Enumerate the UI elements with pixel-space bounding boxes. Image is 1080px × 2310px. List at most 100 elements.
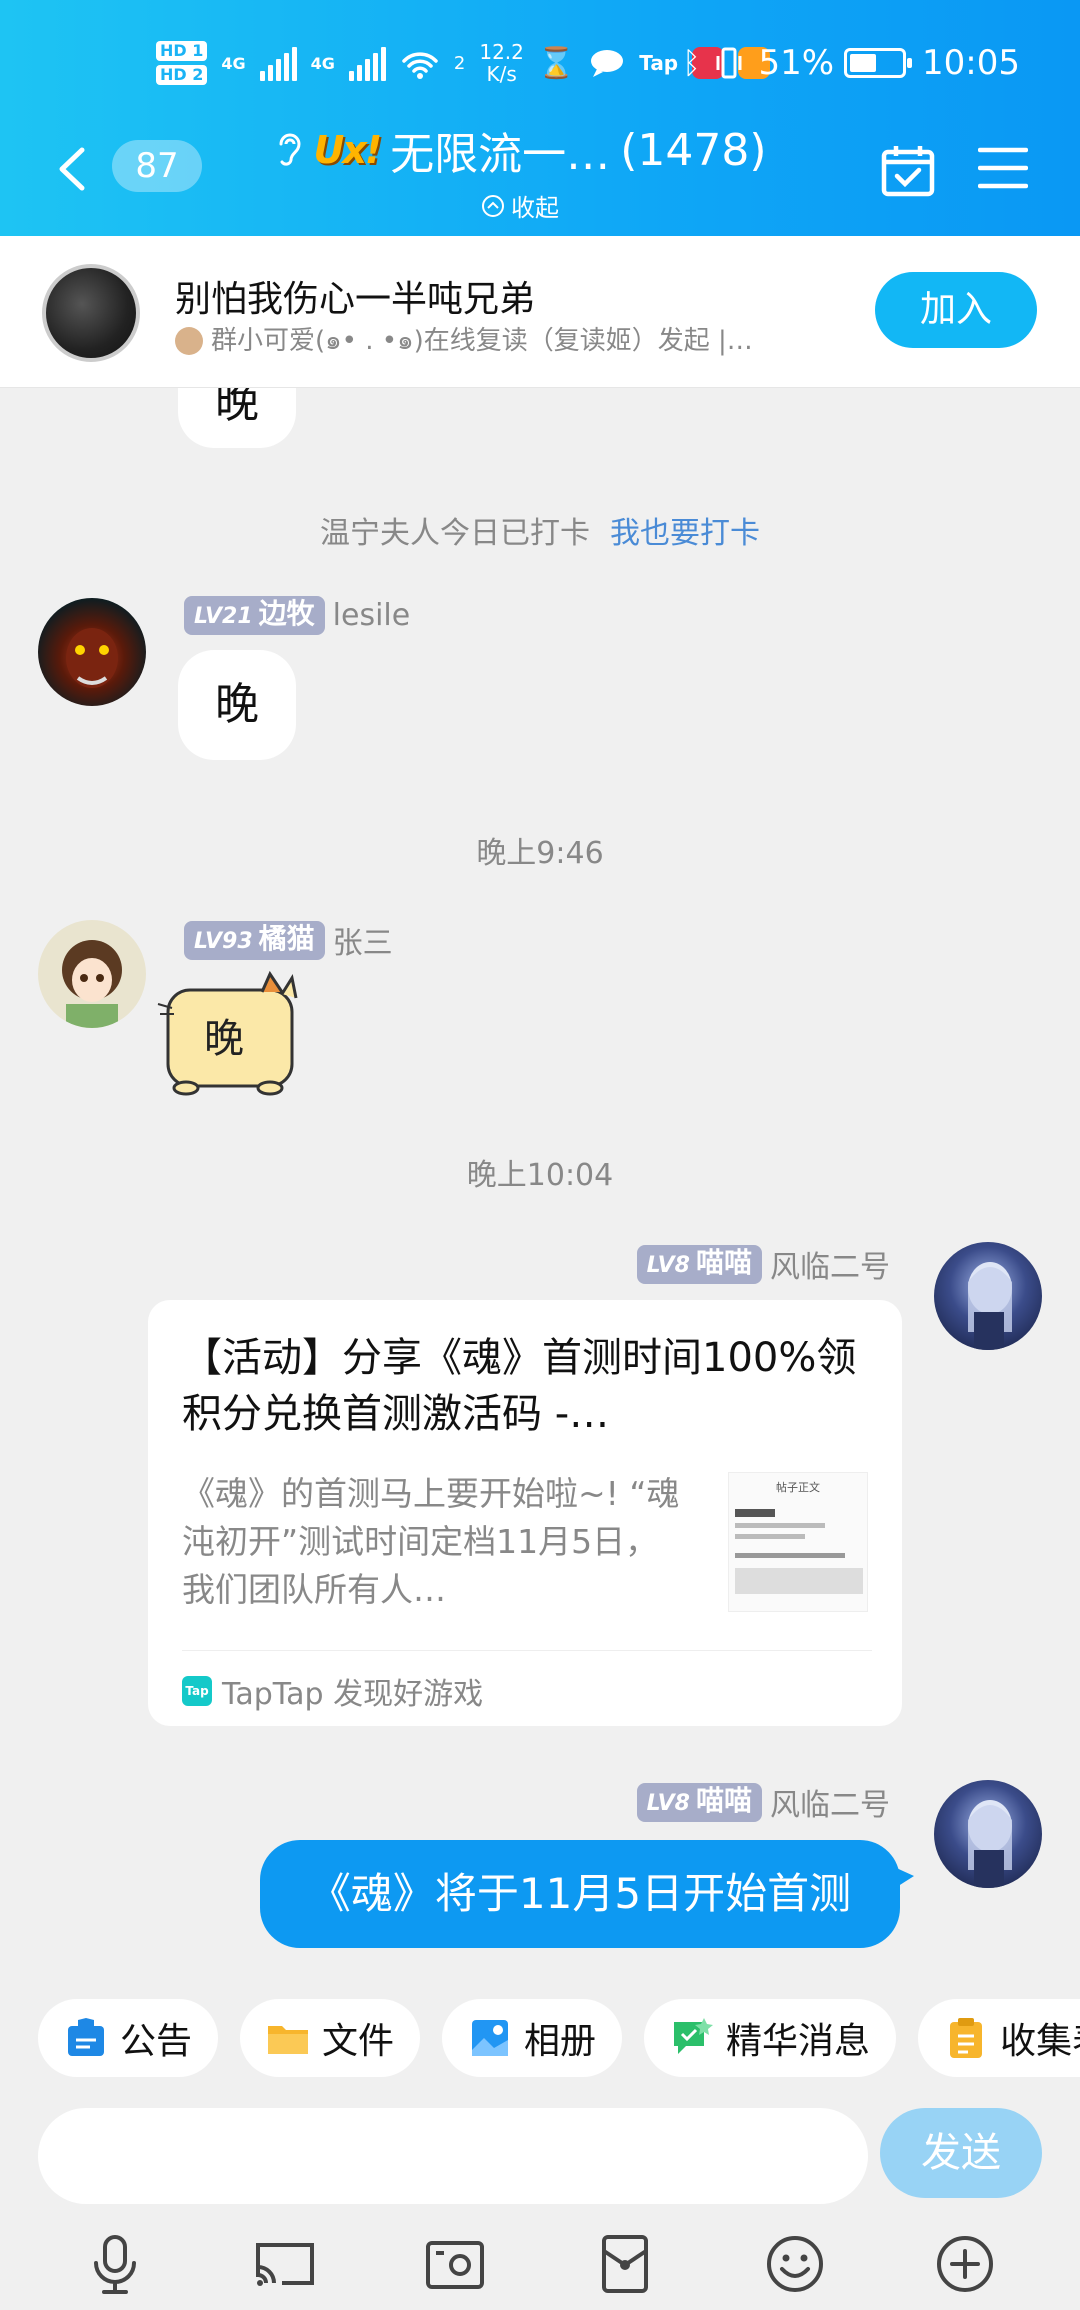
signal-2-icon: [348, 45, 386, 81]
hd2-label: HD 2: [156, 65, 208, 85]
album-icon: [472, 2020, 509, 2056]
chip-label: 精华消息: [726, 2021, 871, 2062]
chip-highlights[interactable]: 精华消息: [644, 1999, 897, 2077]
tap-notify-icon: Tap: [639, 51, 679, 75]
sent-message-bubble[interactable]: 《魂》将于11月5日开始首测: [260, 1840, 914, 1948]
sender-name[interactable]: 张三: [333, 918, 393, 962]
pinned-avatar: [42, 264, 140, 362]
chat-notify-icon: [591, 50, 624, 77]
collapse-chevron-icon: [482, 194, 504, 217]
collapse-toggle[interactable]: 收起: [240, 188, 800, 223]
chip-label: 公告: [120, 2021, 193, 2062]
hourglass-icon: ⌛: [537, 45, 576, 81]
chip-collection-form[interactable]: 收集表: [918, 1999, 1080, 2077]
card-thumbnail: 帖子正文: [728, 1472, 868, 1612]
level-tag: LV8 喵喵: [636, 1782, 762, 1822]
screen-cast-icon[interactable]: [252, 2231, 318, 2297]
message-input[interactable]: [38, 2108, 868, 2204]
status-left: HD 1 HD 2 4G 4G 2 12.2 K/s ⌛ Tap: [156, 28, 771, 98]
sender-line-lesile: LV21 边牧 lesile: [184, 596, 410, 635]
level-tag: LV8 喵喵: [636, 1244, 762, 1284]
net2-label: 4G: [310, 53, 335, 73]
listen-ear-icon: [279, 133, 301, 166]
top-header: HD 1 HD 2 4G 4G 2 12.2 K/s ⌛ Tap ᛒ 51% 1…: [0, 0, 1080, 236]
checkin-notice: 温宁夫人今日已打卡 我也要打卡: [0, 508, 1080, 552]
red-packet-icon[interactable]: [592, 2231, 658, 2297]
status-right: ᛒ 51% 10:05: [682, 28, 1020, 98]
link-card[interactable]: 【活动】分享《魂》首测时间100%领积分兑换首测激活码 -… 《魂》的首测马上要…: [148, 1300, 902, 1726]
wifi-icon: [402, 52, 438, 79]
signal-1-icon: [259, 45, 297, 81]
unread-count-badge[interactable]: 87: [112, 140, 202, 192]
highlight-icon: [674, 2018, 714, 2054]
card-description: 《魂》的首测马上要开始啦~! “魂沌初开”测试时间定档11月5日，我们团队所有人…: [182, 1474, 680, 1609]
cat-sticker[interactable]: 晚: [156, 970, 306, 1098]
plus-icon[interactable]: [932, 2231, 998, 2297]
message-bubble-partial[interactable]: 晚: [178, 388, 296, 448]
card-source-label: TapTap 发现好游戏: [222, 1677, 484, 1712]
join-button[interactable]: 加入: [875, 272, 1037, 348]
chat-area[interactable]: 晚 温宁夫人今日已打卡 我也要打卡 LV21 边牧 lesile 晚 晚上9:46 …: [0, 388, 1080, 1978]
chip-label: 收集表: [1000, 2021, 1080, 2062]
chip-label: 文件: [322, 2021, 395, 2062]
card-source: Tap TapTap 发现好游戏: [182, 1650, 872, 1713]
net-speed: 12.2 K/s: [479, 41, 524, 85]
avatar-lesile[interactable]: [38, 598, 146, 706]
anime-avatar-icon: [968, 1262, 1012, 1350]
pinned-title: 别怕我伤心一半吨兄弟: [175, 279, 536, 320]
level-tag: LV93 橘猫: [184, 920, 325, 960]
pinned-banner[interactable]: 别怕我伤心一半吨兄弟 群小可爱(๑• . •๑)在线复读（复读姬）发起 |… 加…: [0, 236, 1080, 388]
nav-bar: 87 Ux! 无限流一… (1478) 收起: [0, 110, 1080, 230]
sender-name[interactable]: 风临二号: [770, 1780, 890, 1824]
group-title[interactable]: Ux! 无限流一… (1478) 收起: [240, 118, 800, 223]
wifi-number: 2: [453, 52, 466, 74]
sender-line-fenglin-2: LV8 喵喵 风临二号: [636, 1780, 890, 1824]
sender-name[interactable]: 风临二号: [770, 1242, 890, 1286]
message-bubble[interactable]: 晚: [178, 650, 296, 760]
sticker-text: 晚: [204, 1016, 244, 1062]
status-bar: HD 1 HD 2 4G 4G 2 12.2 K/s ⌛ Tap ᛒ 51% 1…: [0, 28, 1080, 98]
sender-name[interactable]: lesile: [333, 598, 411, 633]
vibrate-icon: [716, 47, 742, 79]
initiator-avatar: [175, 326, 203, 355]
photo-icon[interactable]: [422, 2231, 488, 2297]
battery: 51%: [758, 43, 913, 83]
lion-avatar-icon: [66, 628, 118, 688]
member-count: (1478): [620, 124, 767, 176]
group-level-badge-icon: Ux!: [313, 128, 382, 172]
chip-album[interactable]: 相册: [442, 1999, 623, 2077]
timestamp: 晚上9:46: [476, 836, 604, 871]
send-button[interactable]: 发送: [880, 2108, 1042, 2198]
emoji-icon[interactable]: [762, 2231, 828, 2297]
chip-label: 相册: [524, 2021, 597, 2062]
group-name: 无限流一…: [390, 129, 611, 180]
chip-announcement[interactable]: 公告: [38, 1999, 219, 2077]
anime-avatar-icon: [968, 1800, 1012, 1888]
battery-percent: 51%: [758, 43, 835, 83]
form-icon: [950, 2018, 983, 2058]
chip-files[interactable]: 文件: [240, 1999, 421, 2077]
sender-line-fenglin: LV8 喵喵 风临二号: [636, 1242, 890, 1286]
pinned-subtitle: 群小可爱(๑• . •๑)在线复读（复读姬）发起 |…: [211, 326, 753, 356]
thumb-heading: 帖子正文: [776, 1481, 820, 1494]
avatar-fenglin[interactable]: [934, 1242, 1042, 1350]
anime-avatar-icon: [62, 940, 122, 1028]
folder-icon: [268, 2026, 309, 2054]
level-tag: LV21 边牧: [184, 596, 325, 635]
back-arrow-icon[interactable]: [52, 144, 92, 194]
calendar-checkin-icon[interactable]: [880, 142, 936, 198]
checkin-link[interactable]: 我也要打卡: [610, 516, 760, 551]
battery-icon: [844, 48, 913, 78]
sender-line-zhangsan: LV93 橘猫 张三: [184, 918, 393, 962]
timestamp: 晚上10:04: [466, 1158, 614, 1193]
avatar-fenglin-2[interactable]: [934, 1780, 1042, 1888]
card-title: 【活动】分享《魂》首测时间100%领积分兑换首测激活码 -…: [182, 1335, 857, 1437]
collapse-label: 收起: [511, 194, 559, 222]
avatar-zhangsan[interactable]: [38, 920, 146, 1028]
bluetooth-icon: ᛒ: [682, 45, 701, 81]
clock: 10:05: [922, 43, 1020, 83]
group-toolbar: 公告 文件 相册 精华消息 收集表: [0, 1978, 1080, 2098]
microphone-icon[interactable]: [82, 2231, 148, 2297]
menu-icon[interactable]: [978, 146, 1028, 190]
taptap-icon: Tap: [182, 1676, 212, 1706]
